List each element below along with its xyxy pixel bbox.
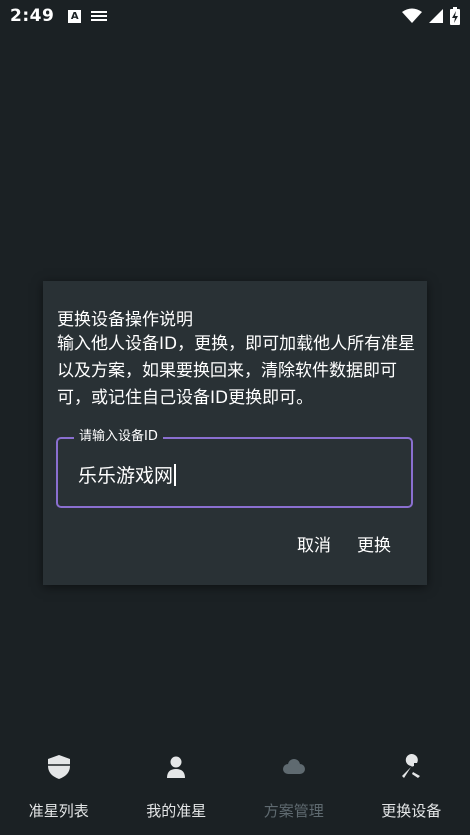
dialog-message: 输入他人设备ID，更换，即可加载他人所有准星以及方案，如果要换回来，清除软件数据… (57, 334, 416, 408)
cancel-button[interactable]: 取消 (295, 529, 333, 558)
a-square-icon: A (68, 9, 82, 23)
device-id-input-label: 请输入设备ID (74, 428, 163, 446)
system-icons (402, 7, 460, 25)
device-id-input-value[interactable]: 乐乐游戏网 (78, 461, 173, 488)
device-id-input-value-wrap[interactable]: 乐乐游戏网 (78, 461, 176, 488)
nav-item-change-device[interactable]: 更换设备 (353, 742, 470, 835)
nav-item-my-crosshair[interactable]: 我的准星 (118, 742, 236, 835)
change-device-dialog: 更换设备操作说明 输入他人设备ID，更换，即可加载他人所有准星以及方案，如果要换… (43, 281, 427, 585)
wrench-icon (398, 754, 424, 780)
cellular-signal-icon (429, 9, 443, 23)
status-time: 2:49 (10, 6, 55, 26)
bottom-navigation: 准星列表 我的准星 方案管理 更换设备 (0, 742, 470, 835)
wifi-icon (402, 8, 422, 23)
nav-label-my-crosshair: 我的准星 (146, 802, 207, 820)
dialog-actions: 取消 更换 (295, 529, 393, 558)
keyboard-icon (91, 11, 108, 21)
nav-label-plan-management: 方案管理 (263, 802, 324, 820)
status-bar: 2:49 A (0, 0, 470, 32)
nav-item-plan-management[interactable]: 方案管理 (235, 742, 353, 835)
notification-icons: A (68, 9, 108, 23)
device-id-input[interactable]: 请输入设备ID 乐乐游戏网 (56, 428, 413, 508)
shield-icon (46, 754, 72, 780)
user-icon (163, 754, 189, 780)
battery-charging-icon (450, 7, 460, 25)
dialog-title: 更换设备操作说明 (57, 310, 193, 330)
nav-label-change-device: 更换设备 (381, 802, 442, 820)
nav-item-crosshair-list[interactable]: 准星列表 (0, 742, 118, 835)
text-caret (174, 463, 176, 486)
cloud-icon (281, 754, 307, 780)
nav-label-crosshair-list: 准星列表 (28, 802, 89, 820)
change-device-button[interactable]: 更换 (355, 529, 393, 558)
